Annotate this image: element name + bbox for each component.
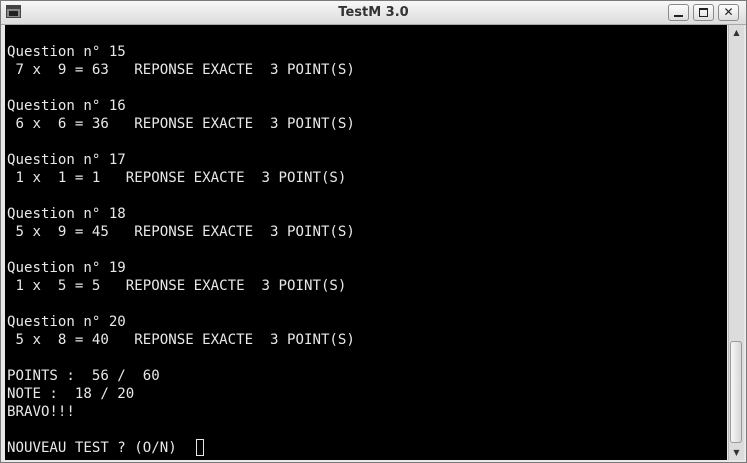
terminal-line: 1 x 1 = 1 REPONSE EXACTE 3 POINT(S) <box>7 170 347 186</box>
terminal-line: Question n° 16 <box>7 98 126 114</box>
terminal-line: POINTS : 56 / 60 <box>7 368 160 384</box>
terminal-line: 5 x 8 = 40 REPONSE EXACTE 3 POINT(S) <box>7 332 355 348</box>
close-icon: ✕ <box>723 5 734 19</box>
vertical-scrollbar[interactable]: ▲ ▼ <box>728 25 744 460</box>
maximize-icon <box>699 8 708 17</box>
maximize-button[interactable] <box>693 4 714 21</box>
minimize-button[interactable] <box>668 4 689 21</box>
text-cursor[interactable] <box>196 439 204 456</box>
title-bar[interactable]: TestM 3.0 ✕ <box>1 1 746 25</box>
terminal-line: 7 x 9 = 63 REPONSE EXACTE 3 POINT(S) <box>7 62 355 78</box>
terminal-line: Question n° 19 <box>7 260 126 276</box>
terminal-line: Question n° 20 <box>7 314 126 330</box>
terminal-line: Question n° 17 <box>7 152 126 168</box>
terminal-prompt: NOUVEAU TEST ? (O/N) <box>7 440 186 456</box>
terminal-line: Question n° 15 <box>7 44 126 60</box>
terminal-line: BRAVO!!! <box>7 404 75 420</box>
scroll-down-arrow-icon[interactable]: ▼ <box>730 445 743 460</box>
terminal-line: 5 x 9 = 45 REPONSE EXACTE 3 POINT(S) <box>7 224 355 240</box>
terminal-line: 6 x 6 = 36 REPONSE EXACTE 3 POINT(S) <box>7 116 355 132</box>
terminal-output[interactable]: Question n° 15 7 x 9 = 63 REPONSE EXACTE… <box>5 25 727 460</box>
close-button[interactable]: ✕ <box>718 4 739 21</box>
terminal-line: Question n° 18 <box>7 206 126 222</box>
minimize-icon <box>674 15 683 17</box>
window-title: TestM 3.0 <box>338 5 409 20</box>
terminal-line: NOTE : 18 / 20 <box>7 386 135 402</box>
terminal-line: 1 x 5 = 5 REPONSE EXACTE 3 POINT(S) <box>7 278 347 294</box>
scrollbar-thumb[interactable] <box>730 341 742 443</box>
app-window: TestM 3.0 ✕ Question n° 15 7 x 9 = 63 RE… <box>0 0 747 463</box>
scroll-up-arrow-icon[interactable]: ▲ <box>730 25 743 40</box>
